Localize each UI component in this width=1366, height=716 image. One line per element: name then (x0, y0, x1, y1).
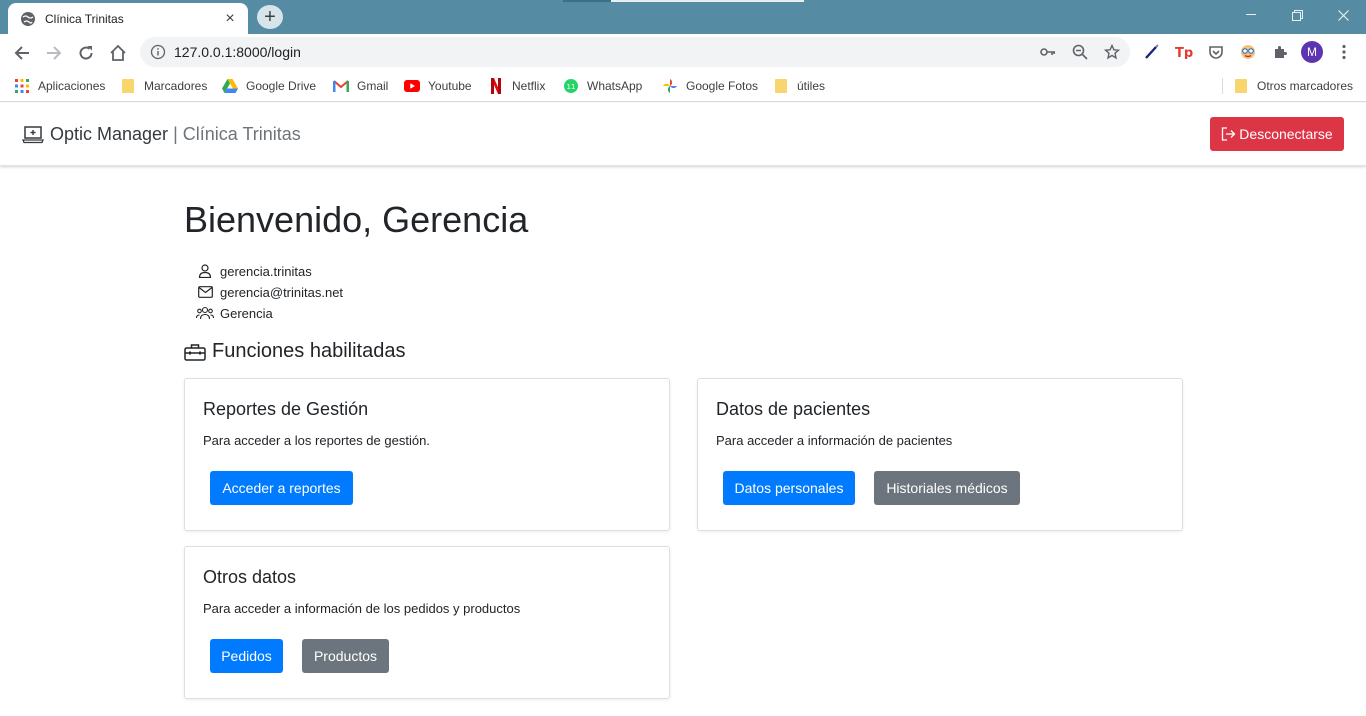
section-title-text: Funciones habilitadas (212, 340, 406, 362)
new-tab-button[interactable]: + (257, 5, 283, 29)
bookmark-whatsapp[interactable]: 11 WhatsApp (563, 77, 642, 95)
bookmark-label: Netflix (512, 79, 546, 93)
bookmark-gmail[interactable]: Gmail (333, 77, 388, 95)
card-pacientes: Datos de pacientes Para acceder a inform… (697, 378, 1183, 531)
clinic-name: Clínica Trinitas (182, 124, 301, 144)
pocket-icon[interactable] (1201, 38, 1231, 66)
datos-personales-button[interactable]: Datos personales (723, 471, 855, 505)
gmail-icon (333, 78, 349, 94)
app-name: Optic Manager (50, 124, 169, 144)
bookmark-star-icon[interactable] (1097, 37, 1127, 67)
bookmark-otros-marcadores[interactable]: Otros marcadores (1233, 77, 1353, 95)
brand[interactable]: Optic Manager | Clínica Trinitas (22, 124, 301, 145)
card-title: Datos de pacientes (716, 399, 871, 419)
card-title: Reportes de Gestión (203, 399, 369, 419)
bookmark-google-fotos[interactable]: Google Fotos (662, 77, 758, 95)
bookmark-aplicaciones[interactable]: Aplicaciones (14, 77, 105, 95)
close-window-button[interactable] (1320, 0, 1366, 30)
bookmark-label: Aplicaciones (38, 79, 106, 93)
globe-icon (20, 11, 36, 27)
sign-out-icon (1221, 127, 1236, 141)
card-text: Para acceder a los reportes de gestión. (203, 433, 430, 448)
section-title: Funciones habilitadas (184, 340, 405, 363)
brand-separator: | (173, 124, 178, 144)
logout-button[interactable]: Desconectarse (1210, 117, 1344, 151)
bookmark-label: Google Fotos (686, 79, 759, 93)
app-navbar: Optic Manager | Clínica Trinitas Descone… (0, 103, 1366, 166)
face-extension-icon[interactable] (1233, 38, 1263, 66)
tp-extension-icon[interactable]: Tp (1169, 38, 1199, 66)
role-text: Gerencia (220, 305, 273, 321)
logout-label: Desconectarse (1239, 126, 1333, 142)
bookmarks-bar: Aplicaciones Marcadores Google Drive Gma… (0, 70, 1366, 102)
card-otros-datos: Otros datos Para acceder a información d… (184, 546, 670, 699)
user-email: gerencia@trinitas.net (196, 284, 343, 300)
folder-icon (773, 78, 789, 94)
whatsapp-icon: 11 (563, 78, 579, 94)
envelope-icon (196, 284, 214, 300)
pen-extension-icon[interactable] (1137, 38, 1167, 66)
url-text: 127.0.0.1:8000/login (174, 44, 301, 60)
bookmark-utiles[interactable]: útiles (773, 77, 825, 95)
reload-icon[interactable] (72, 39, 100, 67)
puzzle-extensions-icon[interactable] (1265, 38, 1295, 66)
card-title: Otros datos (203, 567, 297, 587)
forward-arrow-icon[interactable] (40, 39, 68, 67)
card-reportes: Reportes de Gestión Para acceder a los r… (184, 378, 670, 531)
card-text: Para acceder a información de pacientes (716, 433, 953, 448)
user-icon (196, 263, 214, 279)
zoom-icon[interactable] (1065, 37, 1095, 67)
toolbox-icon (184, 342, 206, 362)
bookmark-label: Google Drive (246, 79, 317, 93)
svg-text:11: 11 (567, 83, 576, 91)
bookmark-label: Marcadores (144, 79, 208, 93)
acceder-reportes-button[interactable]: Acceder a reportes (210, 471, 353, 505)
user-role: Gerencia (196, 305, 273, 321)
bookmark-label: Otros marcadores (1257, 79, 1354, 93)
apps-grid-icon (14, 78, 30, 94)
back-arrow-icon[interactable] (8, 39, 36, 67)
svg-text:Tp: Tp (1175, 46, 1193, 59)
historiales-medicos-button[interactable]: Historiales médicos (874, 471, 1020, 505)
tab-title: Clínica Trinitas (45, 11, 124, 26)
bookmark-label: WhatsApp (587, 79, 643, 93)
email-text: gerencia@trinitas.net (220, 284, 344, 300)
bookmark-google-drive[interactable]: Google Drive (222, 77, 316, 95)
browser-tab[interactable]: Clínica Trinitas × (8, 3, 248, 34)
browser-titlebar: Clínica Trinitas × + (0, 0, 1366, 34)
netflix-icon (488, 78, 504, 94)
minimize-button[interactable] (1228, 0, 1274, 30)
key-icon[interactable] (1033, 37, 1063, 67)
folder-icon (120, 78, 136, 94)
address-bar[interactable]: 127.0.0.1:8000/login (140, 37, 1130, 67)
google-photos-icon (662, 78, 678, 94)
username-text: gerencia.trinitas (220, 263, 312, 279)
pedidos-button[interactable]: Pedidos (210, 639, 283, 673)
bookmarks-divider (1222, 78, 1223, 94)
restore-button[interactable] (1274, 0, 1320, 30)
bookmark-marcadores[interactable]: Marcadores (120, 77, 207, 95)
productos-button[interactable]: Productos (302, 639, 389, 673)
youtube-icon (404, 78, 420, 94)
bookmark-label: Youtube (428, 79, 472, 93)
bookmark-label: Gmail (357, 79, 389, 93)
site-info-icon[interactable] (150, 44, 166, 60)
titlebar-strip (563, 0, 804, 2)
bookmark-youtube[interactable]: Youtube (404, 77, 472, 95)
page-title: Bienvenido, Gerencia (184, 199, 529, 240)
home-icon[interactable] (104, 39, 132, 67)
laptop-medical-icon (22, 125, 44, 145)
bookmark-label: útiles (797, 79, 826, 93)
users-group-icon (196, 305, 214, 321)
google-drive-icon (222, 78, 238, 94)
menu-kebab-icon[interactable] (1329, 38, 1359, 66)
folder-icon (1233, 78, 1249, 94)
profile-avatar[interactable]: M (1301, 41, 1323, 63)
tab-close-icon[interactable]: × (222, 10, 238, 27)
card-text: Para acceder a información de los pedido… (203, 601, 521, 616)
user-username: gerencia.trinitas (196, 263, 312, 279)
bookmark-netflix[interactable]: Netflix (488, 77, 545, 95)
